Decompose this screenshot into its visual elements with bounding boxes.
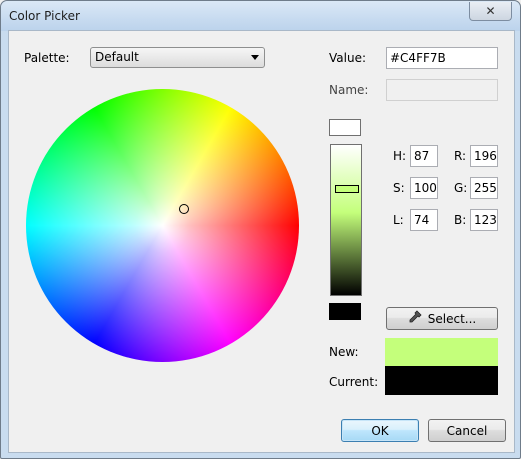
green-label: G: [454, 181, 468, 195]
value-label: Value: [329, 51, 366, 65]
new-color-preview [385, 338, 498, 366]
name-label: Name: [329, 83, 369, 97]
saturation-field[interactable]: 100 [410, 177, 438, 199]
eyedropper-icon [408, 310, 422, 327]
palette-label-text: Palette: [24, 51, 70, 65]
color-wheel-marker[interactable] [179, 204, 189, 214]
palette-label: Palette: [24, 51, 70, 65]
dialog-body: Palette: Default Value: #C4FF7B Name: H:… [8, 30, 515, 453]
brightness-max-swatch[interactable] [329, 119, 361, 136]
blue-field[interactable]: 123 [470, 209, 498, 231]
close-button[interactable]: ✕ [469, 2, 512, 21]
lightness-label: L: [393, 213, 404, 227]
new-color-label: New: [329, 345, 359, 359]
cancel-button[interactable]: Cancel [428, 419, 506, 442]
green-field[interactable]: 255 [470, 177, 498, 199]
brightness-slider[interactable] [330, 144, 362, 296]
palette-selected-value: Default [95, 50, 139, 64]
brightness-min-swatch[interactable] [329, 303, 361, 320]
blue-label: B: [454, 213, 467, 227]
red-label: R: [454, 149, 467, 163]
select-button-label: Select... [427, 311, 477, 326]
chevron-down-icon [251, 55, 259, 60]
hue-label: H: [393, 149, 407, 163]
brightness-slider-handle[interactable] [335, 185, 359, 193]
current-color-preview [385, 366, 498, 395]
saturation-label: S: [393, 181, 405, 195]
color-picker-window: Color Picker ✕ Palette: Default Value: #… [0, 0, 521, 459]
title-bar[interactable]: Color Picker ✕ [1, 1, 520, 31]
color-name-field[interactable] [386, 79, 498, 101]
lightness-field[interactable]: 74 [410, 209, 438, 231]
hue-field[interactable]: 87 [410, 145, 438, 167]
current-color-label: Current: [329, 375, 379, 389]
color-wheel[interactable] [26, 89, 299, 362]
red-field[interactable]: 196 [470, 145, 498, 167]
palette-dropdown[interactable]: Default [90, 47, 265, 68]
select-from-screen-button[interactable]: Select... [386, 307, 498, 330]
ok-button[interactable]: OK [341, 419, 419, 442]
close-icon: ✕ [485, 4, 496, 18]
window-title: Color Picker [9, 9, 80, 23]
hex-value-field[interactable]: #C4FF7B [386, 47, 498, 69]
